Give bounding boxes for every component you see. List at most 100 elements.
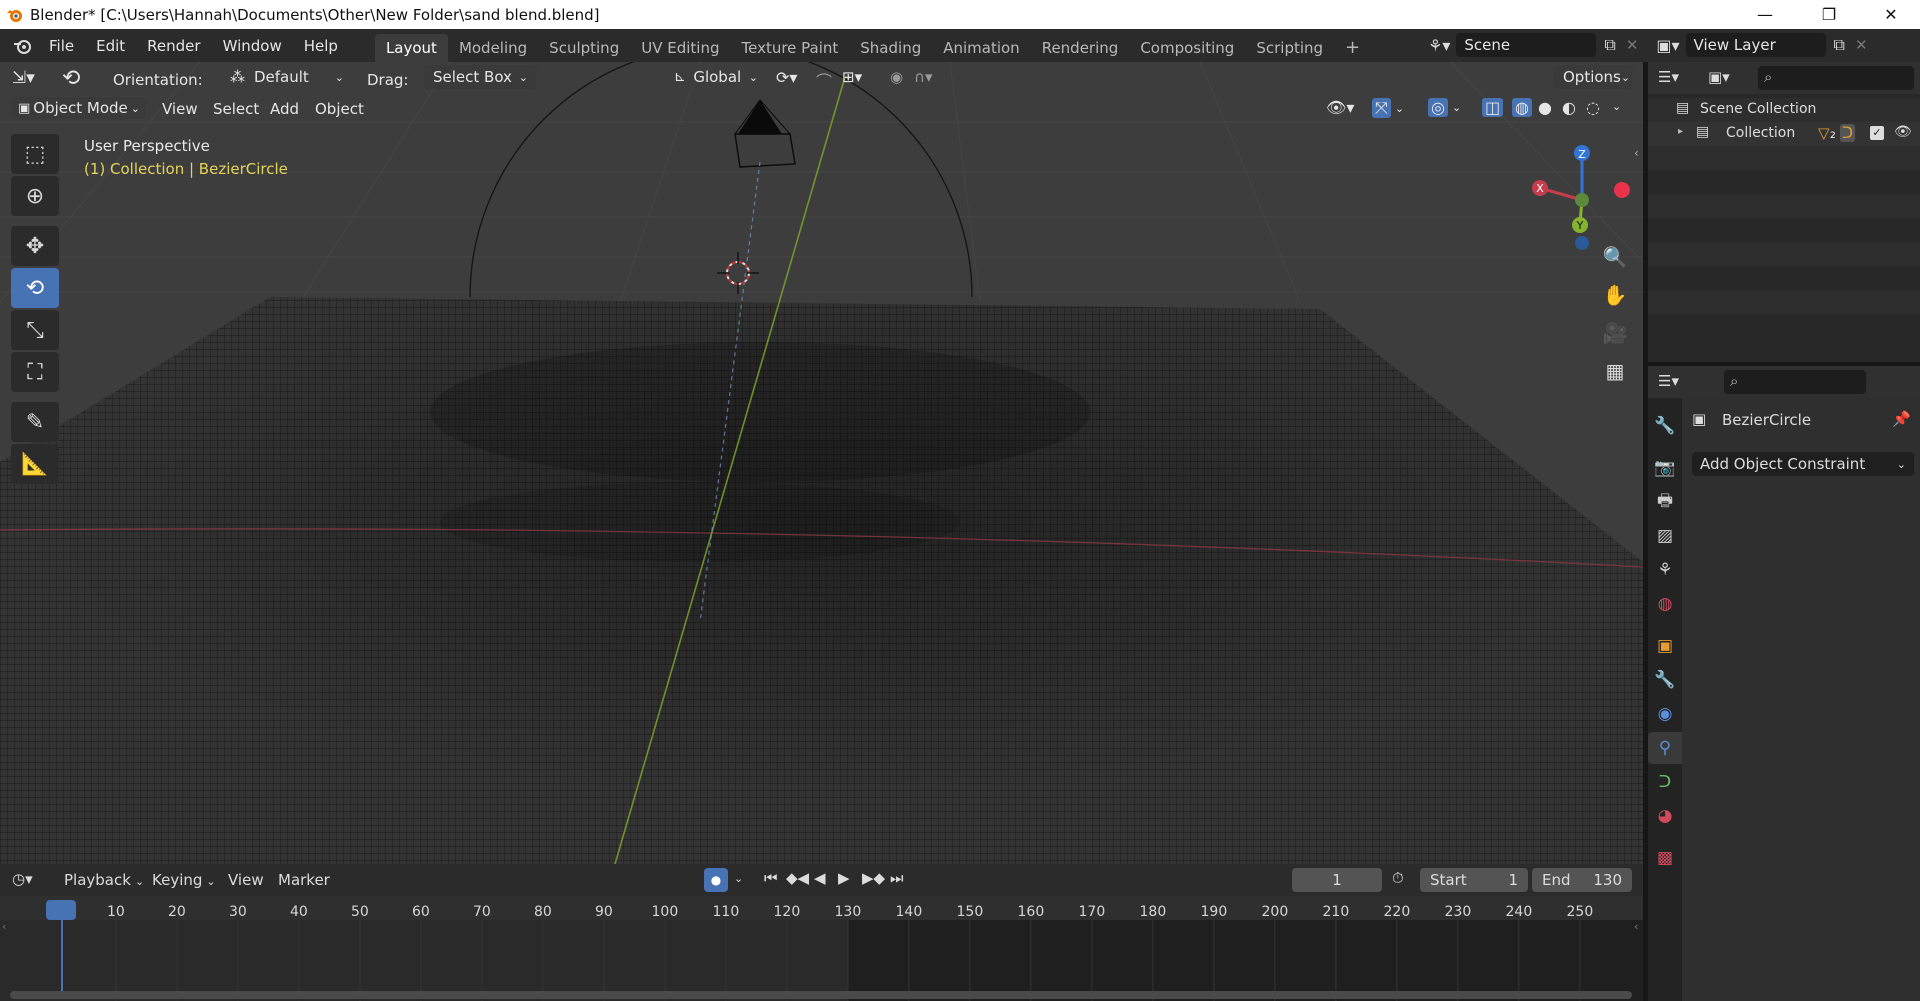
add-workspace-button[interactable]: +: [1334, 34, 1371, 62]
viewport-menu-select[interactable]: Select: [213, 100, 259, 118]
solid-shading-icon[interactable]: ●: [1538, 98, 1552, 117]
jump-start-icon[interactable]: ⏮: [764, 869, 778, 887]
play-icon[interactable]: ▶: [838, 869, 850, 887]
material-tab-icon[interactable]: ◕: [1648, 800, 1682, 832]
wireframe-shading-icon[interactable]: ◍: [1512, 98, 1532, 117]
jump-end-icon[interactable]: ⏭: [890, 869, 904, 887]
view-layer-field[interactable]: View Layer: [1685, 33, 1826, 57]
scroll-left-icon[interactable]: ‹: [2, 920, 6, 933]
orientation-dropdown[interactable]: Default ⌄: [246, 65, 352, 89]
view-layer-tab-icon[interactable]: ▨: [1648, 520, 1682, 552]
pin-icon[interactable]: 📌: [1892, 410, 1911, 428]
menu-render[interactable]: Render: [136, 29, 211, 62]
jump-prev-keyframe-icon[interactable]: ◆◀: [786, 869, 809, 887]
outliner-search-input[interactable]: ⌕: [1758, 66, 1914, 90]
sidebar-toggle-icon[interactable]: ‹: [1634, 146, 1639, 160]
timeline-menu-playback[interactable]: Playback ⌄: [64, 871, 144, 889]
rotate-tool[interactable]: ⟲: [11, 268, 59, 308]
display-mode-icon[interactable]: ▣▾: [1708, 68, 1730, 86]
outliner-row-scene-collection[interactable]: ▤ Scene Collection: [1648, 98, 1920, 122]
active-tool-icon[interactable]: ⟲: [62, 66, 80, 91]
object-mode-dropdown[interactable]: ▣ Object Mode ⌄: [12, 97, 146, 119]
tab-uv-editing[interactable]: UV Editing: [630, 34, 730, 62]
tab-modeling[interactable]: Modeling: [448, 34, 538, 62]
properties-editor-type-icon[interactable]: ☰▾: [1658, 372, 1679, 390]
scene-selector-icon[interactable]: ⚘▾: [1428, 36, 1450, 55]
close-window-button[interactable]: ✕: [1862, 0, 1920, 29]
menu-edit[interactable]: Edit: [85, 29, 136, 62]
blender-menu-icon[interactable]: [12, 35, 34, 57]
3d-viewport[interactable]: ⇲▾ ⟲ Orientation: ⁂ Default ⌄ Drag: Selec…: [0, 62, 1643, 864]
add-object-constraint-dropdown[interactable]: Add Object Constraint ⌄: [1692, 452, 1914, 476]
output-tab-icon[interactable]: 🖶: [1648, 486, 1682, 518]
outliner-row-collection[interactable]: ▸ ▤ Collection ▽ 2 ᑐ ✓ 👁: [1648, 122, 1920, 146]
delete-view-layer-icon[interactable]: ✕: [1855, 36, 1868, 54]
timeline-menu-keying[interactable]: Keying ⌄: [152, 871, 216, 889]
move-tool[interactable]: ✥: [11, 226, 59, 266]
tab-animation[interactable]: Animation: [932, 34, 1030, 62]
start-frame-field[interactable]: Start 1: [1420, 868, 1528, 892]
timeline-menu-marker[interactable]: Marker: [278, 871, 330, 889]
new-scene-icon[interactable]: ⧉: [1604, 35, 1615, 55]
timeline-track-area[interactable]: [0, 920, 1643, 1001]
editor-type-icon[interactable]: ☰▾: [1658, 68, 1679, 86]
tool-tab-icon[interactable]: 🔧: [1648, 410, 1682, 442]
falloff-icon[interactable]: ∩▾: [914, 68, 933, 86]
camera-view-icon[interactable]: 🎥: [1598, 316, 1632, 350]
shading-options-icon[interactable]: ⌄: [1612, 100, 1621, 113]
xray-toggle-icon[interactable]: ◫: [1482, 98, 1504, 117]
texture-tab-icon[interactable]: ▩: [1648, 842, 1682, 874]
proportional-edit-icon[interactable]: ◉: [890, 68, 903, 86]
gizmo-toggle-icon[interactable]: ⤧ ⌄: [1372, 98, 1404, 118]
perspective-toggle-icon[interactable]: ▦: [1598, 354, 1632, 388]
scene-tab-icon[interactable]: ⚘: [1648, 554, 1682, 586]
rendered-shading-icon[interactable]: ◌: [1586, 98, 1600, 117]
object-tab-icon[interactable]: ▣: [1648, 630, 1682, 662]
viewport-menu-add[interactable]: Add: [270, 100, 299, 118]
delete-scene-icon[interactable]: ✕: [1626, 36, 1639, 54]
object-data-tab-icon[interactable]: ᑐ: [1648, 766, 1682, 798]
timeline-menu-view[interactable]: View: [228, 871, 264, 889]
measure-tool[interactable]: 📐: [11, 444, 59, 484]
overlay-toggle-icon[interactable]: ◎ ⌄: [1428, 98, 1461, 117]
timeline-editor-icon[interactable]: ◷▾: [12, 870, 33, 888]
scene-name-field[interactable]: Scene: [1456, 33, 1597, 57]
timeline-scrollbar[interactable]: [10, 991, 1632, 999]
transform-tool[interactable]: ⛶: [11, 352, 59, 392]
zoom-icon[interactable]: 🔍: [1598, 240, 1632, 274]
pan-hand-icon[interactable]: ✋: [1598, 278, 1632, 312]
render-tab-icon[interactable]: 📷: [1648, 452, 1682, 484]
tab-compositing[interactable]: Compositing: [1129, 34, 1245, 62]
new-view-layer-icon[interactable]: ⧉: [1834, 35, 1845, 55]
tab-texture-paint[interactable]: Texture Paint: [730, 34, 849, 62]
viewport-menu-view[interactable]: View: [162, 100, 198, 118]
playhead-marker[interactable]: [46, 900, 76, 920]
pivot-point-icon[interactable]: ⁂: [230, 68, 245, 86]
snap-element-icon[interactable]: ⊞▾: [842, 68, 862, 86]
auto-keying-options-icon[interactable]: ⌄: [734, 872, 743, 885]
world-tab-icon[interactable]: ◍: [1648, 588, 1682, 620]
minimize-button[interactable]: —: [1736, 0, 1794, 29]
tool-settings-icon[interactable]: ⇲▾: [12, 68, 35, 88]
tab-scripting[interactable]: Scripting: [1245, 34, 1334, 62]
visibility-eye-icon[interactable]: 👁: [1894, 124, 1912, 140]
view-layer-icon[interactable]: ▣▾: [1656, 36, 1679, 55]
play-reverse-icon[interactable]: ◀: [814, 869, 826, 887]
visibility-icon[interactable]: 👁▾: [1326, 98, 1354, 117]
material-shading-icon[interactable]: ◐: [1562, 98, 1576, 117]
constraint-tab-icon[interactable]: ⚲: [1648, 732, 1682, 764]
scroll-right-icon[interactable]: ‹: [1634, 920, 1638, 933]
current-frame-field[interactable]: 1: [1292, 868, 1382, 892]
annotate-tool[interactable]: ✎: [11, 402, 59, 442]
menu-file[interactable]: File: [38, 29, 85, 62]
menu-window[interactable]: Window: [212, 29, 293, 62]
menu-help[interactable]: Help: [293, 29, 349, 62]
modifier-tab-icon[interactable]: 🔧: [1648, 664, 1682, 696]
expand-arrow-icon[interactable]: ▸: [1678, 126, 1683, 137]
viewport-menu-object[interactable]: Object: [315, 100, 364, 118]
end-frame-field[interactable]: End 130: [1532, 868, 1632, 892]
options-dropdown[interactable]: Options ⌄: [1554, 65, 1633, 89]
physics-tab-icon[interactable]: ◉: [1648, 698, 1682, 730]
properties-search-input[interactable]: ⌕: [1724, 370, 1866, 394]
preview-range-icon[interactable]: ⏱: [1392, 869, 1404, 887]
